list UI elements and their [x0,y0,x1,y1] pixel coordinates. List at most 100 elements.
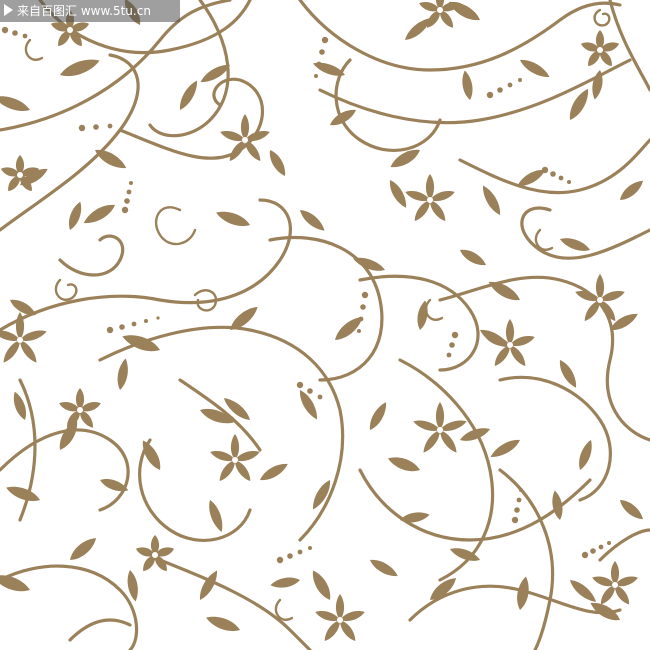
watermark-text: 来自百图汇 www.5tu.cn [17,4,151,18]
accent-dot [317,394,323,400]
leaf [570,580,597,602]
leaf [260,463,288,481]
flower-center [242,137,248,143]
leaf [10,299,36,316]
leaf [579,439,592,470]
accent-dot [486,91,494,99]
leaf [369,402,387,430]
leaf [240,114,250,140]
leaf [595,274,605,300]
accent-dot [567,180,571,184]
leaf [389,180,407,208]
leaf [559,238,590,251]
flower-center [77,407,83,413]
leaf [269,150,286,176]
accent-dot [124,198,130,204]
accent-dot [516,497,522,503]
star-flower [580,30,620,67]
flower-center [337,617,343,623]
accent-dot [358,316,364,322]
accent-dot [446,352,452,358]
flower-center [612,582,618,588]
leaf [0,96,30,111]
leaf [400,512,430,523]
accent-dot [541,166,549,174]
flower-center [507,342,513,348]
leaf [610,561,620,585]
flower-center [597,47,603,53]
floral-pattern-image: 来自百图汇 www.5tu.cn [0,0,650,650]
flower-center [437,427,443,433]
leaf [69,201,82,230]
leaf [95,149,127,169]
leaf [312,570,331,600]
star-flower [592,561,638,605]
leaf [335,594,345,620]
leaf [482,185,501,215]
flower-center [152,552,158,558]
accent-dot [308,546,312,550]
star-flower [405,174,455,222]
leaf [206,616,240,631]
leaf [490,439,520,458]
accent-dot [558,175,564,181]
leaf [388,457,420,472]
flower-center [437,7,443,13]
leaf [462,70,473,100]
star-flower [575,274,625,322]
leaf [70,538,97,560]
accent-dot [514,507,520,513]
leaf [209,500,223,532]
accent-dot [276,556,284,564]
leaf [230,434,240,460]
leaf [117,358,128,390]
star-flower [0,312,47,363]
leaf [505,319,515,345]
accent-dot [307,388,313,394]
accent-dot [156,316,160,320]
flower-center [427,197,433,203]
leaf [6,486,40,501]
accent-dot [106,326,114,334]
floral-swirl-pattern [0,0,650,650]
accent-dot [12,30,18,36]
accent-dot [107,123,113,129]
play-icon [4,4,13,16]
accent-dot [321,36,329,44]
leaf [83,204,115,224]
accent-dot [129,181,133,185]
accent-dot [296,381,304,389]
accent-dot [121,206,129,214]
star-flower [135,535,175,572]
accent-dot [507,82,513,88]
leaf [620,500,643,520]
accent-dot [131,321,137,327]
star-flower [59,388,101,428]
accent-dot [78,124,86,132]
accent-dot [1,26,9,34]
star-flower [485,319,535,367]
accent-dot [518,78,522,82]
star-flower [315,594,365,642]
leaf [179,80,198,110]
accent-dot [316,61,322,67]
accent-dot [119,324,125,330]
accent-dot [598,544,604,550]
leaf [435,402,445,430]
watermark-banner: 来自百图汇 www.5tu.cn [0,0,180,22]
vine-strokes [0,0,650,650]
accent-dot [22,33,28,39]
accent-dot [519,488,523,492]
accent-dot [360,304,366,310]
leaf [520,59,550,78]
leaf [370,559,398,577]
accent-dot [497,87,503,93]
leaf [122,335,160,352]
accent-dot [314,74,318,78]
leaf [270,577,300,588]
accent-dot [126,189,132,195]
accent-dot [357,329,361,333]
accent-dot [287,553,293,559]
leaf [216,211,250,226]
flower-center [232,457,238,463]
